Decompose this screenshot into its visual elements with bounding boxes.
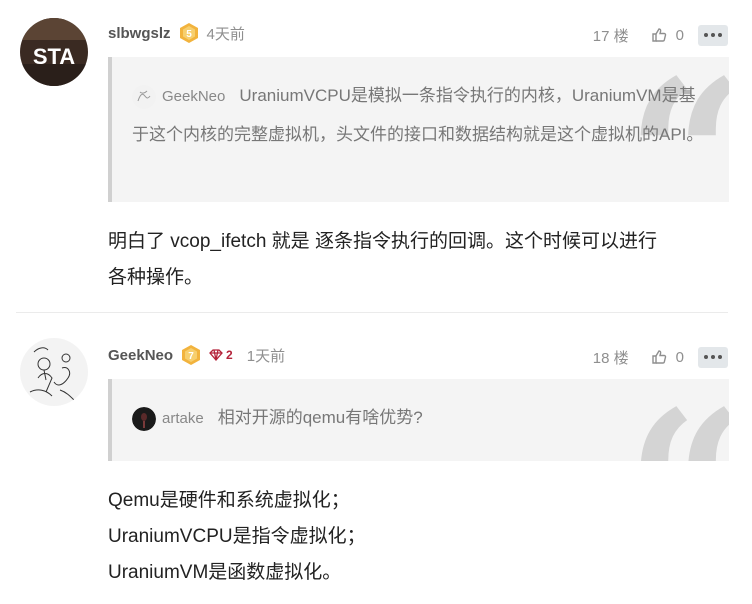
comment-line: 各种操作。 <box>108 267 204 288</box>
comment-meta: slbwgslz 5 4天前 <box>108 18 245 48</box>
mini-avatar <box>132 406 156 431</box>
comment-line: UraniumVCPU是指令虚拟化； <box>108 526 366 547</box>
gem-badge: 2 <box>209 348 233 362</box>
avatar[interactable]: STA <box>20 18 88 86</box>
like-button[interactable]: 0 <box>651 349 684 366</box>
like-button[interactable]: 0 <box>651 27 684 44</box>
diamond-icon <box>209 349 223 361</box>
quoted-reply: “ artake 相对开源的qemu有啥优势? <box>108 379 729 461</box>
quoted-text: 相对开源的qemu有啥优势? <box>217 408 423 427</box>
username[interactable]: slbwgslz <box>108 25 171 42</box>
level-number: 7 <box>188 351 194 362</box>
gem-count: 2 <box>226 348 233 362</box>
level-number: 5 <box>186 29 192 40</box>
timestamp: 1天前 <box>246 347 286 365</box>
comment-actions: 17 楼 0 <box>593 20 728 50</box>
more-button[interactable] <box>698 24 728 46</box>
quoted-user[interactable]: GeekNeo <box>132 78 225 116</box>
comment-line: 明白了 vcop_ifetch 就是 逐条指令执行的回调。这个时候可以进行 <box>108 231 657 252</box>
mini-avatar <box>132 84 156 109</box>
comment-post: GeekNeo 7 2 1天前 18 楼 0 artake 相对开源的qemu有… <box>0 314 752 604</box>
quoted-username: GeekNeo <box>162 87 226 105</box>
comment-line: UraniumVM是函数虚拟化。 <box>108 562 342 583</box>
more-button[interactable] <box>698 346 728 368</box>
comment-meta: GeekNeo 7 2 1天前 <box>108 340 285 370</box>
avatar[interactable] <box>20 338 88 406</box>
comment-post: STA slbwgslz 5 4天前 17 楼 0 “ GeekNeo Uran… <box>0 0 752 313</box>
level-badge-icon: 5 <box>179 22 199 44</box>
floor-number: 18 楼 <box>592 349 629 367</box>
floor-number: 17 楼 <box>592 27 629 45</box>
divider <box>16 312 728 313</box>
like-count: 0 <box>675 26 684 44</box>
level-badge-icon: 7 <box>181 344 201 366</box>
username[interactable]: GeekNeo <box>108 347 173 364</box>
comment-actions: 18 楼 0 <box>593 342 728 372</box>
thumbs-up-icon <box>651 350 666 364</box>
quoted-reply: “ GeekNeo UraniumVCPU是模拟一条指令执行的内核，Uraniu… <box>108 57 729 202</box>
quoted-user[interactable]: artake <box>132 400 204 438</box>
comment-body: 明白了 vcop_ifetch 就是 逐条指令执行的回调。这个时候可以进行 各种… <box>108 224 728 296</box>
comment-body: Qemu是硬件和系统虚拟化； UraniumVCPU是指令虚拟化； Uraniu… <box>108 483 728 591</box>
like-count: 0 <box>675 348 684 366</box>
timestamp: 4天前 <box>206 25 245 43</box>
comment-line: Qemu是硬件和系统虚拟化； <box>108 490 350 511</box>
avatar-text: STA <box>33 44 75 69</box>
thumbs-up-icon <box>651 28 666 42</box>
quoted-username: artake <box>162 409 204 427</box>
